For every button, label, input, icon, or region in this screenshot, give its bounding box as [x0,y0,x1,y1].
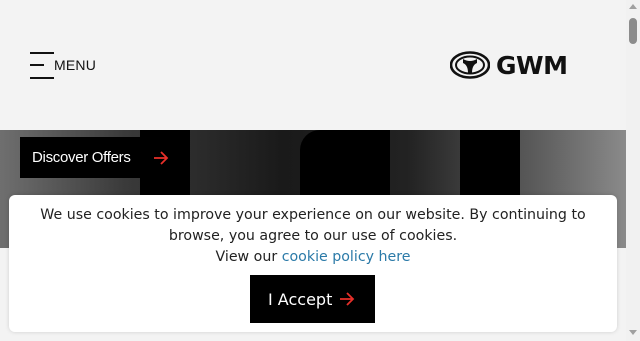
cookie-view-prefix: View our [215,249,278,265]
arrow-right-icon [154,151,169,165]
hamburger-icon[interactable] [30,50,54,80]
accept-label[interactable]: I Accept [268,290,332,309]
cookie-policy-line: View our cookie policy here [17,247,609,268]
accept-cookies-button[interactable]: I Accept [250,275,375,323]
site-header: MENU GWM [0,0,626,130]
gwm-logo[interactable]: GWM [450,50,568,80]
gwm-emblem-icon [450,51,490,79]
menu-label[interactable]: MENU [54,57,96,73]
scrollbar-thumb[interactable] [629,18,637,44]
cookie-banner: We use cookies to improve your experienc… [9,195,617,332]
cookie-policy-link[interactable]: cookie policy here [282,249,411,265]
scroll-down-arrow-icon[interactable] [629,330,637,335]
arrow-right-icon [340,292,355,306]
cookie-message-text: We use cookies to improve your experienc… [40,207,586,244]
menu-button[interactable]: MENU [30,50,96,80]
logo-text: GWM [496,50,568,80]
discover-offers-label[interactable]: Discover Offers [32,149,131,166]
scrollbar-track[interactable] [626,0,640,341]
scroll-up-arrow-icon[interactable] [629,4,637,9]
cookie-message: We use cookies to improve your experienc… [17,205,609,268]
discover-offers-button[interactable]: Discover Offers [20,137,183,178]
